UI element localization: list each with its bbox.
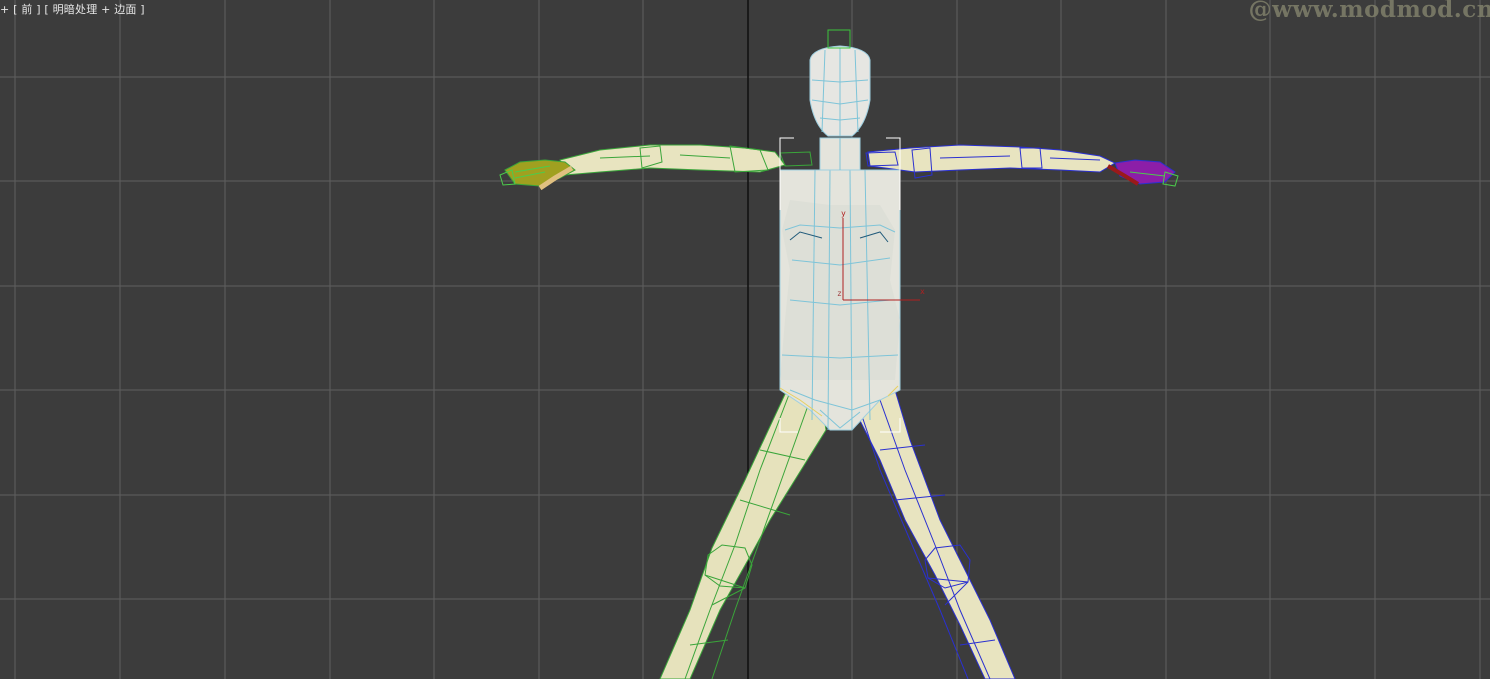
watermark: @www.modmod.cn <box>1248 0 1490 23</box>
right-arm-mesh[interactable] <box>865 144 1179 187</box>
head-bone-box[interactable] <box>827 29 851 49</box>
left-arm-mesh[interactable] <box>499 144 813 191</box>
head-mesh[interactable] <box>809 29 871 137</box>
gizmo-y-label: y <box>841 209 846 218</box>
character-model[interactable]: y x z <box>0 0 1490 679</box>
viewport-shading-menu[interactable]: [ 明暗处理 + 边面 ] <box>44 3 144 16</box>
right-hand[interactable] <box>1106 159 1179 187</box>
gizmo-z-label: z <box>837 289 842 298</box>
viewport-plus-menu[interactable]: + <box>0 3 9 16</box>
viewport-label: + [ 前 ] [ 明暗处理 + 边面 ] <box>0 1 145 17</box>
torso-mesh[interactable] <box>779 169 901 433</box>
neck-mesh[interactable] <box>819 137 861 171</box>
viewport-front[interactable]: y x z + [ 前 ] [ 明暗处理 + 边面 ] @www.modmod.… <box>0 0 1490 679</box>
left-hand[interactable] <box>499 159 576 191</box>
gizmo-x-label: x <box>920 287 925 296</box>
right-leg-mesh[interactable] <box>851 389 1016 679</box>
viewport-name-menu[interactable]: [ 前 ] <box>13 3 41 16</box>
left-leg-mesh[interactable] <box>659 391 827 679</box>
